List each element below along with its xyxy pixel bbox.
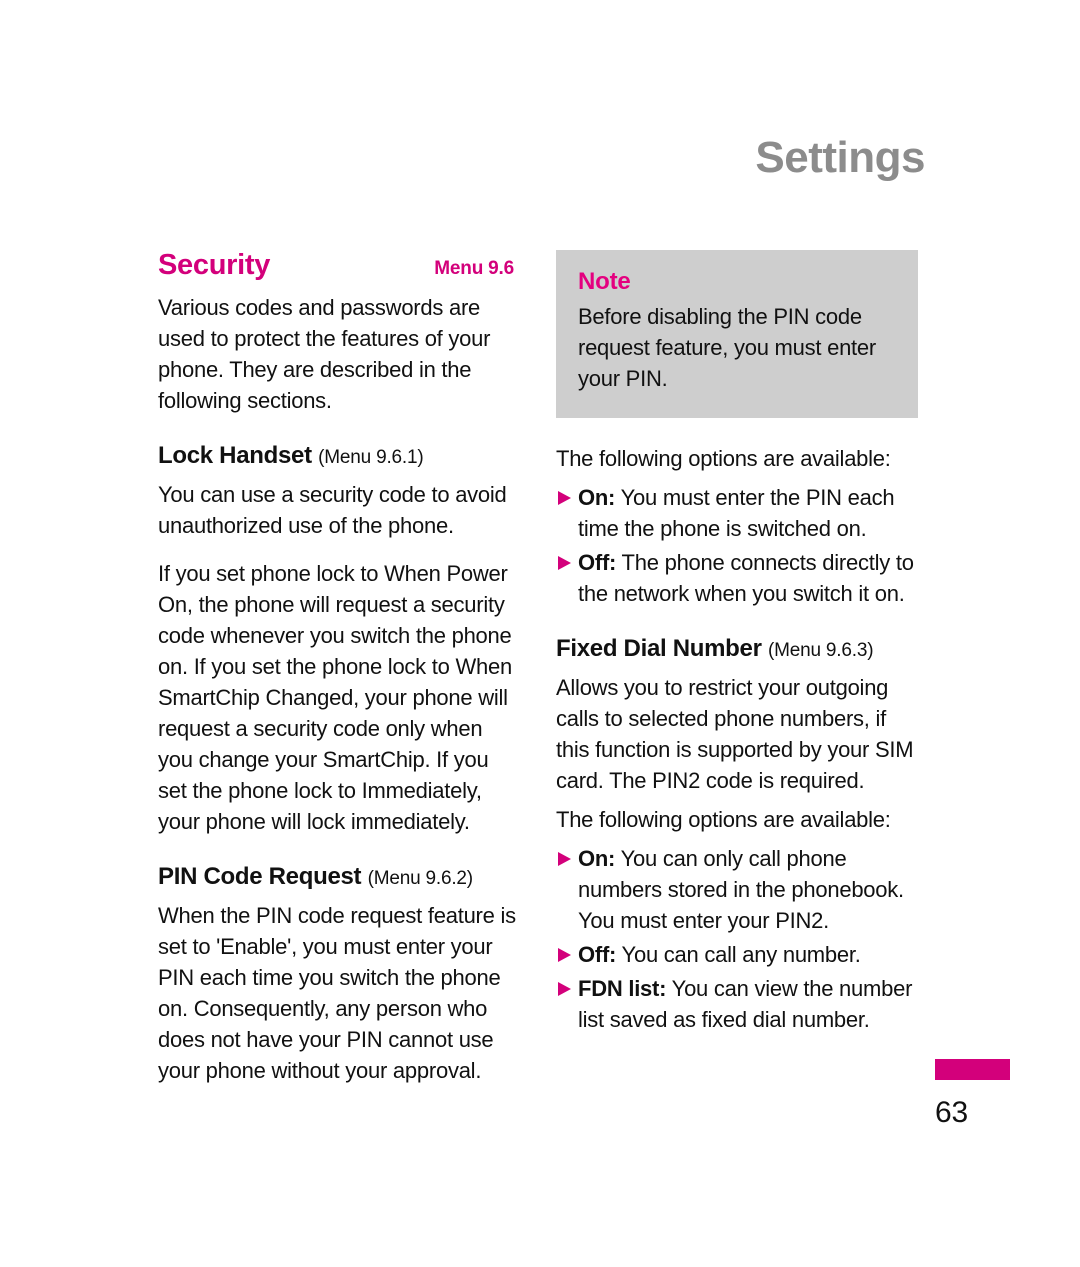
list-item: On: You can only call phone numbers stor… (556, 843, 918, 936)
list-item-body: FDN list: You can view the number list s… (578, 973, 918, 1035)
security-section-header: Security Menu 9.6 (158, 249, 520, 281)
left-column: Security Menu 9.6 Various codes and pass… (158, 250, 520, 1103)
triangle-bullet-icon (558, 482, 578, 506)
lock-handset-paragraph-1: You can use a security code to avoid una… (158, 482, 507, 539)
triangle-bullet-icon (558, 939, 578, 962)
subheading-fixed-dial-number: Fixed Dial Number (Menu 9.6.3) (556, 635, 918, 663)
fixed-dial-options-list: On: You can only call phone numbers stor… (556, 843, 918, 1035)
subheading-pin-code-request: PIN Code Request (Menu 9.6.2) (158, 863, 520, 891)
list-item: FDN list: You can view the number list s… (556, 973, 918, 1035)
list-item-term: On: (578, 845, 616, 871)
page-header: Settings (0, 136, 925, 180)
triangle-bullet-icon (558, 547, 578, 571)
footer-accent-bar (935, 1059, 1010, 1080)
list-item-term: Off: (578, 941, 617, 967)
security-intro-paragraph: Various codes and passwords are used to … (158, 295, 491, 414)
subheading-fixed-dial-number-title: Fixed Dial Number (556, 635, 762, 663)
list-item-text: The phone connects directly to the netwo… (578, 550, 914, 607)
subheading-lock-handset-title: Lock Handset (158, 442, 312, 470)
triangle-bullet-icon (558, 843, 578, 866)
fixed-dial-options-intro: The following options are available: (556, 806, 891, 832)
list-item: Off: The phone connects directly to the … (556, 547, 918, 609)
list-item: On: You must enter the PIN each time the… (556, 482, 918, 544)
list-item-body: Off: You can call any number. (578, 939, 918, 970)
triangle-bullet-icon (558, 973, 578, 996)
list-item-text: You can call any number. (616, 941, 861, 967)
fixed-dial-paragraph: Allows you to restrict your outgoing cal… (556, 674, 914, 793)
list-item-body: Off: The phone connects directly to the … (578, 547, 918, 609)
section-menu-code: Menu 9.6 (434, 258, 514, 279)
subheading-pin-code-request-title: PIN Code Request (158, 863, 362, 891)
list-item-term: FDN list: (578, 975, 667, 1001)
pin-options-intro: The following options are available: (556, 446, 891, 472)
note-callout-box: Note Before disabling the PIN code reque… (556, 250, 918, 419)
list-item-body: On: You can only call phone numbers stor… (578, 843, 918, 936)
list-item-text: You can only call phone numbers stored i… (578, 845, 904, 933)
note-title: Note (578, 268, 631, 295)
note-body-text: Before disabling the PIN code request fe… (578, 304, 876, 392)
section-title-security: Security (158, 249, 271, 281)
page-number: 63 (935, 1096, 968, 1129)
list-item-term: Off: (578, 550, 617, 576)
subheading-lock-handset-menu: (Menu 9.6.1) (318, 447, 424, 469)
right-column: Note Before disabling the PIN code reque… (556, 250, 918, 1038)
subheading-fixed-dial-number-menu: (Menu 9.6.3) (768, 640, 874, 662)
list-item-text: You must enter the PIN each time the pho… (578, 485, 895, 542)
list-item-term: On: (578, 485, 616, 511)
page-title: Settings (755, 133, 925, 182)
subheading-pin-code-request-menu: (Menu 9.6.2) (367, 868, 474, 890)
list-item-body: On: You must enter the PIN each time the… (578, 482, 918, 544)
list-item: Off: You can call any number. (556, 939, 918, 970)
lock-handset-paragraph-2: If you set phone lock to When Power On, … (158, 561, 512, 835)
pin-options-list: On: You must enter the PIN each time the… (556, 482, 918, 609)
subheading-lock-handset: Lock Handset (Menu 9.6.1) (158, 442, 520, 470)
pin-code-request-paragraph-1: When the PIN code request feature is set… (158, 902, 516, 1083)
